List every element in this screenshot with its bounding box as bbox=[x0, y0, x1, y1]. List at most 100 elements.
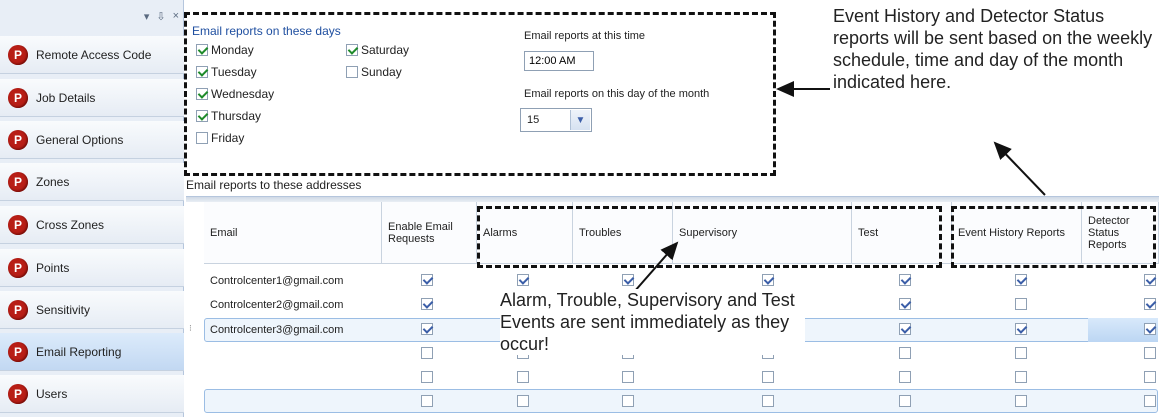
checked-box-icon[interactable] bbox=[196, 66, 208, 78]
grid-checked-box-icon[interactable] bbox=[421, 298, 433, 310]
grid-checked-box-icon[interactable] bbox=[1144, 323, 1156, 335]
column-header-test[interactable]: Test bbox=[852, 202, 952, 264]
column-header-email[interactable]: Email bbox=[204, 202, 382, 264]
grid-checked-box-icon[interactable] bbox=[1144, 274, 1156, 286]
sidebar-item-remote-access-code[interactable]: P Remote Access Code bbox=[0, 36, 184, 74]
day-checkbox-thursday[interactable]: Thursday bbox=[196, 109, 261, 123]
day-label: Tuesday bbox=[211, 65, 257, 79]
sidebar-item-users[interactable]: P Users bbox=[0, 375, 184, 413]
day-label: Wednesday bbox=[211, 87, 275, 101]
grid-unchecked-box-icon[interactable] bbox=[762, 395, 774, 407]
close-icon[interactable]: × bbox=[173, 10, 179, 23]
time-input[interactable] bbox=[524, 51, 594, 71]
checked-box-icon[interactable] bbox=[196, 44, 208, 56]
sidebar: ▾ ⇩ × P Remote Access Code P Job Details P Ge… bbox=[0, 0, 184, 417]
dropdown-arrow-icon[interactable]: ▾ bbox=[144, 10, 150, 23]
row-indicator-icon: ⁝ bbox=[189, 323, 192, 333]
grid-unchecked-box-icon[interactable] bbox=[1144, 371, 1156, 383]
grid-unchecked-box-icon[interactable] bbox=[622, 395, 634, 407]
grid-unchecked-box-icon[interactable] bbox=[421, 395, 433, 407]
sidebar-item-general-options[interactable]: P General Options bbox=[0, 121, 184, 159]
day-label: Thursday bbox=[211, 109, 262, 123]
p-logo-icon: P bbox=[8, 87, 28, 108]
column-header-event-history-reports[interactable]: Event History Reports bbox=[952, 202, 1082, 264]
grid-unchecked-box-icon[interactable] bbox=[899, 395, 911, 407]
grid-checked-box-icon[interactable] bbox=[899, 323, 911, 335]
grid-checked-box-icon[interactable] bbox=[1015, 274, 1027, 286]
month-day-select[interactable]: 15 ▼ bbox=[520, 108, 592, 132]
grid-checked-box-icon[interactable] bbox=[1015, 323, 1027, 335]
grid-unchecked-box-icon[interactable] bbox=[899, 347, 911, 359]
sidebar-item-email-reporting[interactable]: P Email Reporting bbox=[0, 333, 184, 371]
column-header-troubles[interactable]: Troubles bbox=[573, 202, 673, 264]
grid-unchecked-box-icon[interactable] bbox=[762, 371, 774, 383]
sidebar-item-label: Users bbox=[36, 386, 68, 401]
checked-box-icon[interactable] bbox=[196, 110, 208, 122]
day-label: Friday bbox=[211, 131, 245, 145]
grid-unchecked-box-icon[interactable] bbox=[1015, 371, 1027, 383]
unchecked-box-icon[interactable] bbox=[196, 132, 208, 144]
day-checkbox-saturday[interactable]: Saturday bbox=[346, 43, 409, 57]
sidebar-item-points[interactable]: P Points bbox=[0, 249, 184, 287]
day-checkbox-wednesday[interactable]: Wednesday bbox=[196, 87, 274, 101]
grid-checked-box-icon[interactable] bbox=[517, 274, 529, 286]
grid-unchecked-box-icon[interactable] bbox=[517, 371, 529, 383]
day-label: Saturday bbox=[361, 43, 410, 57]
chevron-down-icon[interactable]: ▼ bbox=[570, 110, 590, 130]
day-checkbox-tuesday[interactable]: Tuesday bbox=[196, 65, 257, 79]
email-cell[interactable]: Controlcenter1@gmail.com bbox=[210, 269, 380, 292]
sidebar-item-label: Remote Access Code bbox=[36, 47, 152, 62]
time-label: Email reports at this time bbox=[524, 30, 646, 42]
p-logo-icon: P bbox=[8, 171, 28, 192]
email-cell[interactable]: Controlcenter2@gmail.com bbox=[210, 293, 380, 316]
grid-unchecked-box-icon[interactable] bbox=[1144, 395, 1156, 407]
arrow-to-reports bbox=[993, 141, 1046, 196]
day-checkbox-friday[interactable]: Friday bbox=[196, 131, 244, 145]
column-header-alarms[interactable]: Alarms bbox=[477, 202, 573, 264]
grid-unchecked-box-icon[interactable] bbox=[622, 371, 634, 383]
p-logo-icon: P bbox=[8, 299, 28, 320]
grid-checked-box-icon[interactable] bbox=[421, 323, 433, 335]
sidebar-item-zones[interactable]: P Zones bbox=[0, 163, 184, 201]
grid-unchecked-box-icon[interactable] bbox=[517, 395, 529, 407]
column-header-detector-status-reports[interactable]: Detector Status Reports bbox=[1082, 202, 1159, 264]
unchecked-box-icon[interactable] bbox=[346, 66, 358, 78]
days-group-title: Email reports on these days bbox=[192, 24, 341, 38]
checked-box-icon[interactable] bbox=[196, 88, 208, 100]
sidebar-item-label: Zones bbox=[36, 174, 70, 189]
events-annotation: Alarm, Trouble, Supervisory and Test Eve… bbox=[500, 289, 805, 355]
sidebar-item-label: Points bbox=[36, 260, 70, 275]
p-logo-icon: P bbox=[8, 214, 28, 235]
grid-unchecked-box-icon[interactable] bbox=[899, 371, 911, 383]
grid-unchecked-box-icon[interactable] bbox=[1015, 395, 1027, 407]
grid-unchecked-box-icon[interactable] bbox=[421, 371, 433, 383]
grid-checked-box-icon[interactable] bbox=[421, 274, 433, 286]
sidebar-item-job-details[interactable]: P Job Details bbox=[0, 79, 184, 117]
grid-unchecked-box-icon[interactable] bbox=[1144, 347, 1156, 359]
grid-checked-box-icon[interactable] bbox=[899, 274, 911, 286]
month-day-value: 15 bbox=[527, 114, 540, 126]
day-checkbox-monday[interactable]: Monday bbox=[196, 43, 254, 57]
day-label: Sunday bbox=[361, 65, 402, 79]
grid-unchecked-box-icon[interactable] bbox=[1015, 298, 1027, 310]
p-logo-icon: P bbox=[8, 341, 28, 362]
sidebar-item-sensitivity[interactable]: P Sensitivity bbox=[0, 291, 184, 329]
column-header-enable-email-requests[interactable]: Enable Email Requests bbox=[382, 202, 477, 264]
day-label: Monday bbox=[211, 43, 254, 57]
day-checkbox-sunday[interactable]: Sunday bbox=[346, 65, 402, 79]
email-cell[interactable]: Controlcenter3@gmail.com bbox=[210, 318, 380, 341]
grid-unchecked-box-icon[interactable] bbox=[1015, 347, 1027, 359]
pin-icon[interactable]: ⇩ bbox=[156, 10, 165, 23]
grid-checked-box-icon[interactable] bbox=[1144, 298, 1156, 310]
sidebar-item-cross-zones[interactable]: P Cross Zones bbox=[0, 206, 184, 244]
p-logo-icon: P bbox=[8, 383, 28, 404]
grid-checked-box-icon[interactable] bbox=[762, 274, 774, 286]
grid-checked-box-icon[interactable] bbox=[899, 298, 911, 310]
email-cell[interactable] bbox=[210, 342, 380, 365]
email-cell[interactable] bbox=[210, 390, 380, 413]
email-cell[interactable] bbox=[210, 366, 380, 389]
grid-checked-box-icon[interactable] bbox=[622, 274, 634, 286]
grid-unchecked-box-icon[interactable] bbox=[421, 347, 433, 359]
checked-box-icon[interactable] bbox=[346, 44, 358, 56]
column-header-supervisory[interactable]: Supervisory bbox=[673, 202, 852, 264]
